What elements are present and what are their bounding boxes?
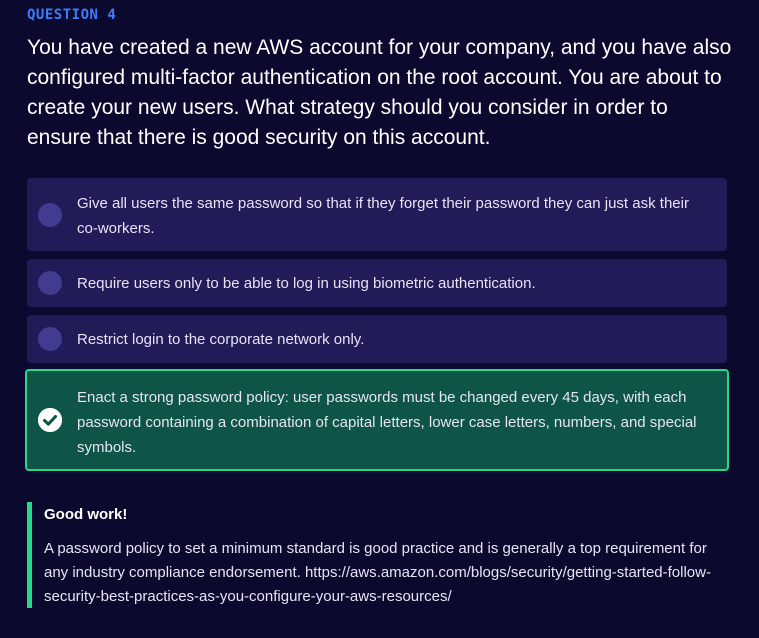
check-mark-icon bbox=[38, 408, 62, 432]
radio-button[interactable] bbox=[38, 203, 62, 227]
check-circle-icon[interactable] bbox=[38, 408, 62, 432]
answer-option-3[interactable]: Restrict login to the corporate network … bbox=[27, 315, 727, 363]
answer-option-text: Require users only to be able to log in … bbox=[77, 275, 536, 292]
answer-option-text: Restrict login to the corporate network … bbox=[77, 331, 365, 348]
feedback-text: A password policy to set a minimum stand… bbox=[44, 540, 711, 605]
question-number: QUESTION 4 bbox=[27, 7, 117, 23]
feedback-panel: Good work! A password policy to set a mi… bbox=[27, 502, 732, 608]
question-text: You have created a new AWS account for y… bbox=[27, 36, 732, 149]
answer-option-4-correct[interactable]: Enact a strong password policy: user pas… bbox=[25, 369, 729, 471]
answer-option-1[interactable]: Give all users the same password so that… bbox=[27, 178, 727, 251]
answer-option-text: Give all users the same password so that… bbox=[77, 195, 689, 237]
radio-button[interactable] bbox=[38, 271, 62, 295]
feedback-title: Good work! bbox=[44, 506, 128, 523]
answer-option-text: Enact a strong password policy: user pas… bbox=[77, 389, 697, 456]
answer-option-2[interactable]: Require users only to be able to log in … bbox=[27, 259, 727, 307]
radio-button[interactable] bbox=[38, 327, 62, 351]
